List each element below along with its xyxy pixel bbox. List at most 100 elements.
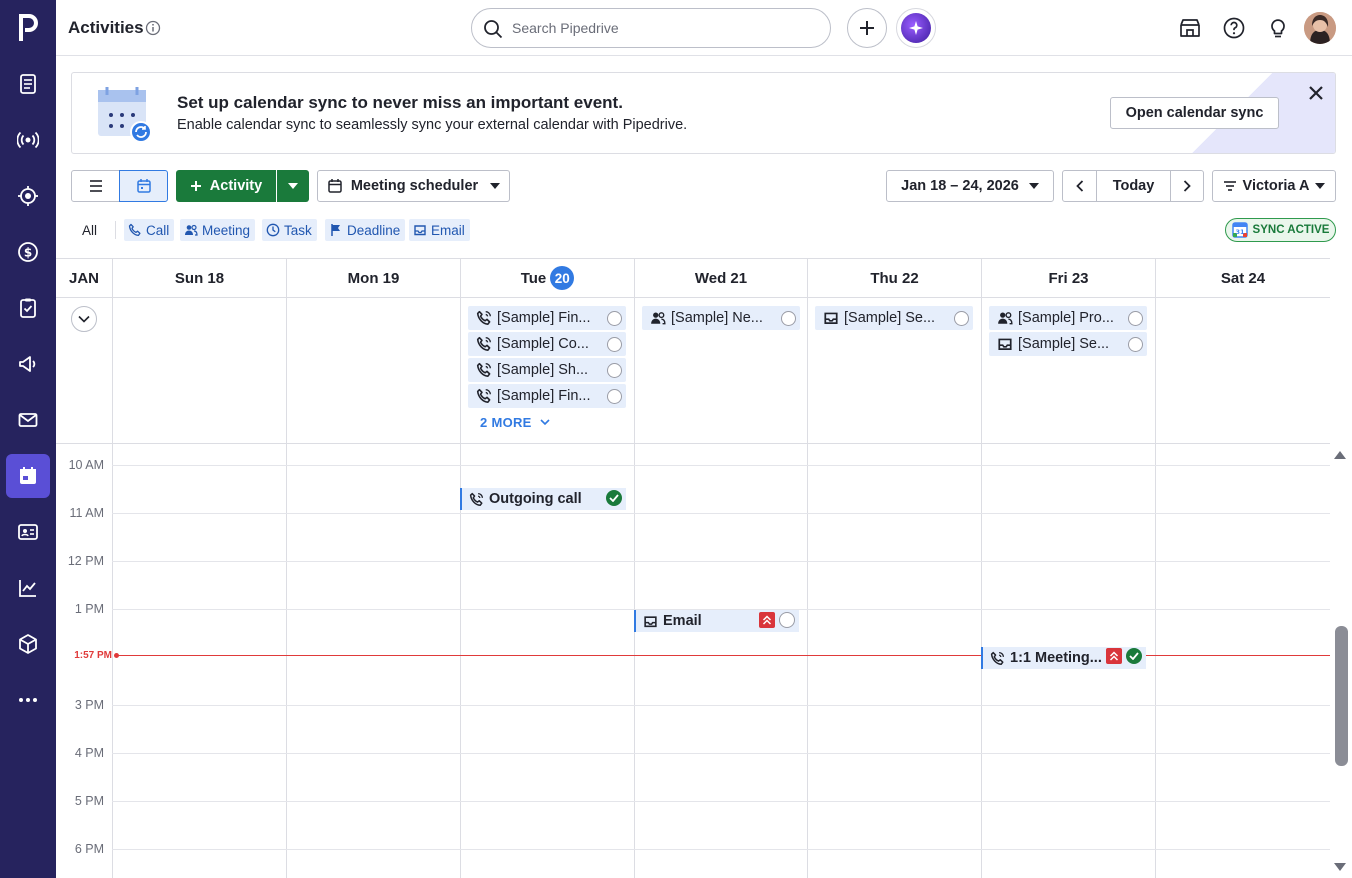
- mark-done-checkbox[interactable]: [607, 337, 622, 352]
- close-icon[interactable]: [1308, 85, 1324, 101]
- add-activity-button[interactable]: Activity: [176, 170, 276, 202]
- mark-done-checkbox[interactable]: [1128, 337, 1143, 352]
- done-check-icon[interactable]: [606, 490, 622, 506]
- current-time-label: 1:57 PM: [74, 650, 112, 661]
- filter-deadline[interactable]: Deadline: [325, 219, 406, 241]
- open-calendar-sync-button[interactable]: Open calendar sync: [1110, 97, 1279, 129]
- deals-icon[interactable]: $: [6, 230, 50, 274]
- filter-email[interactable]: Email: [409, 219, 470, 241]
- all-day-event[interactable]: [Sample] Fin...: [468, 384, 626, 408]
- phone-icon: [476, 362, 491, 377]
- products-icon[interactable]: [6, 622, 50, 666]
- hour-label: 5 PM: [74, 794, 104, 808]
- scroll-up-icon[interactable]: [1333, 450, 1347, 460]
- calendar-view-button[interactable]: [119, 170, 168, 202]
- day-header-sun[interactable]: Sun 18: [112, 259, 286, 297]
- pipedrive-logo[interactable]: [0, 0, 56, 56]
- mark-done-checkbox[interactable]: [607, 389, 622, 404]
- search-input[interactable]: [512, 18, 812, 38]
- avatar[interactable]: [1304, 12, 1336, 44]
- mark-done-checkbox[interactable]: [781, 311, 796, 326]
- collapse-all-day-button[interactable]: [71, 306, 97, 332]
- info-icon[interactable]: [145, 20, 161, 36]
- day-header-thu[interactable]: Thu 22: [807, 259, 981, 297]
- column-divider: [634, 444, 635, 878]
- all-day-event[interactable]: [Sample] Se...: [989, 332, 1147, 356]
- event-title: Outgoing call: [489, 491, 582, 507]
- chevron-down-icon: [540, 419, 550, 426]
- lightbulb-icon[interactable]: [1266, 16, 1290, 40]
- all-day-event[interactable]: [Sample] Pro...: [989, 306, 1147, 330]
- svg-text:31: 31: [1235, 228, 1245, 236]
- quick-add-button[interactable]: [847, 8, 887, 48]
- scrollbar-thumb[interactable]: [1335, 626, 1348, 766]
- filter-meeting[interactable]: Meeting: [180, 219, 256, 241]
- show-more-link[interactable]: 2 MORE: [480, 415, 550, 430]
- email-icon: [644, 615, 657, 627]
- day-header-wed[interactable]: Wed 21: [634, 259, 807, 297]
- search-box[interactable]: [471, 8, 831, 48]
- mail-icon[interactable]: [6, 398, 50, 442]
- ai-assistant-button[interactable]: [896, 8, 936, 48]
- today-button[interactable]: Today: [1096, 170, 1171, 202]
- meeting-scheduler-button[interactable]: Meeting scheduler: [317, 170, 510, 202]
- campaigns-icon[interactable]: [6, 342, 50, 386]
- column-divider: [807, 444, 808, 878]
- event-title: [Sample] Se...: [1018, 336, 1110, 352]
- mark-done-checkbox[interactable]: [779, 612, 795, 628]
- high-priority-icon: [1106, 648, 1122, 664]
- mark-done-checkbox[interactable]: [1128, 311, 1143, 326]
- all-day-event[interactable]: [Sample] Sh...: [468, 358, 626, 382]
- page-title: Activities: [68, 18, 144, 37]
- search-icon: [484, 20, 503, 39]
- next-week-button[interactable]: [1170, 170, 1204, 202]
- mark-done-checkbox[interactable]: [607, 311, 622, 326]
- target-icon[interactable]: [6, 174, 50, 218]
- previous-week-button[interactable]: [1062, 170, 1097, 202]
- user-filter-button[interactable]: Victoria A: [1212, 170, 1336, 202]
- event-title: [Sample] Pro...: [1018, 310, 1114, 326]
- day-header-sat[interactable]: Sat 24: [1155, 259, 1330, 297]
- help-icon[interactable]: [1222, 16, 1246, 40]
- all-day-event[interactable]: [Sample] Se...: [815, 306, 973, 330]
- all-day-event[interactable]: [Sample] Ne...: [642, 306, 800, 330]
- mark-done-checkbox[interactable]: [954, 311, 969, 326]
- all-day-event[interactable]: [Sample] Co...: [468, 332, 626, 356]
- hour-line: [112, 561, 1330, 562]
- event-title: Email: [663, 613, 702, 629]
- list-view-button[interactable]: [71, 170, 120, 202]
- plus-icon: [190, 181, 201, 191]
- meeting-icon: [185, 224, 198, 236]
- scroll-down-icon[interactable]: [1333, 862, 1347, 872]
- phone-icon: [476, 388, 491, 403]
- leads-icon[interactable]: [6, 62, 50, 106]
- filter-all[interactable]: All: [74, 219, 105, 241]
- day-header-fri[interactable]: Fri 23: [981, 259, 1155, 297]
- broadcast-icon[interactable]: [6, 118, 50, 162]
- tasks-icon[interactable]: [6, 286, 50, 330]
- marketplace-icon[interactable]: [1178, 16, 1202, 40]
- insights-icon[interactable]: [6, 566, 50, 610]
- filter-call[interactable]: Call: [124, 219, 175, 241]
- contacts-icon[interactable]: [6, 510, 50, 554]
- timed-event-outgoing-call[interactable]: Outgoing call: [460, 488, 626, 510]
- more-icon[interactable]: [6, 678, 50, 722]
- filter-task[interactable]: Task: [262, 219, 317, 241]
- hour-label: 6 PM: [74, 842, 104, 856]
- banner-description: Enable calendar sync to seamlessly sync …: [177, 117, 688, 133]
- filter-icon: [1223, 181, 1236, 191]
- calendar-header: JAN Sun 18 Mon 19 Tue 20 Wed 21 Thu 22 F…: [56, 258, 1330, 298]
- calendar-icon[interactable]: [6, 454, 50, 498]
- current-time-line: [118, 655, 1330, 656]
- day-header-tue[interactable]: Tue 20: [460, 259, 634, 297]
- done-check-icon[interactable]: [1126, 648, 1142, 664]
- date-range-picker[interactable]: Jan 18 – 24, 2026: [886, 170, 1054, 202]
- column-divider: [1155, 298, 1156, 444]
- meeting-icon: [998, 312, 1013, 325]
- add-activity-dropdown-button[interactable]: [277, 170, 309, 202]
- mark-done-checkbox[interactable]: [607, 363, 622, 378]
- day-header-mon[interactable]: Mon 19: [286, 259, 460, 297]
- google-calendar-icon: 31: [1231, 222, 1248, 238]
- all-day-event[interactable]: [Sample] Fin...: [468, 306, 626, 330]
- event-title: [Sample] Co...: [497, 336, 589, 352]
